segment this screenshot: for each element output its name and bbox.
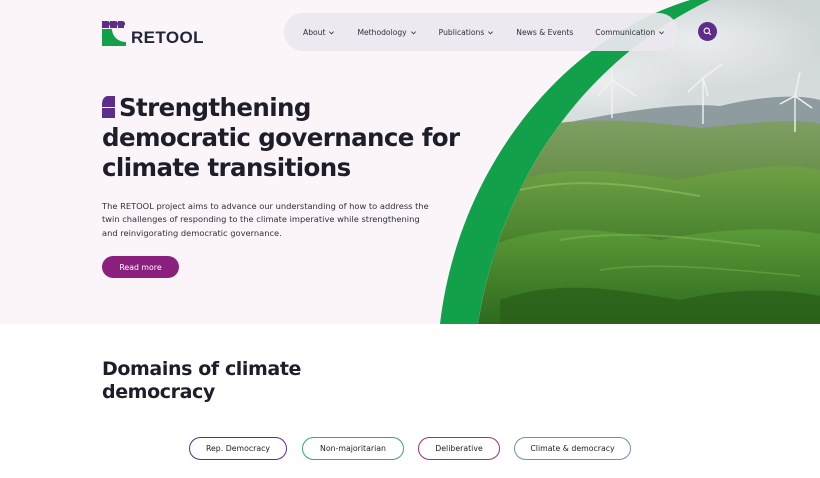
nav-item-label: Methodology bbox=[357, 27, 407, 37]
chevron-down-icon bbox=[659, 30, 665, 34]
chevron-down-icon bbox=[329, 30, 335, 34]
title-accent-icon bbox=[102, 96, 115, 118]
read-more-button[interactable]: Read more bbox=[102, 256, 179, 278]
hero-description: The RETOOL project aims to advance our u… bbox=[102, 201, 429, 238]
chevron-down-icon bbox=[488, 30, 494, 34]
nav-item-about[interactable]: About bbox=[303, 28, 335, 37]
hero-section: RETOOL About Methodology Publications Ne… bbox=[0, 0, 820, 324]
nav-item-label: Communication bbox=[595, 27, 656, 37]
nav-item-communication[interactable]: Communication bbox=[595, 28, 665, 37]
search-button[interactable] bbox=[698, 22, 717, 41]
nav-item-news-events[interactable]: News & Events bbox=[516, 28, 573, 37]
domain-pill-climate-democracy[interactable]: Climate & democracy bbox=[514, 437, 631, 460]
search-icon bbox=[703, 27, 712, 36]
nav-item-label: About bbox=[303, 27, 326, 37]
hero-title: Strengthening democratic governance for … bbox=[102, 93, 462, 183]
nav-item-label: Publications bbox=[438, 27, 485, 37]
domain-pill-deliberative[interactable]: Deliberative bbox=[418, 437, 500, 460]
nav-item-label: News & Events bbox=[516, 27, 574, 37]
chevron-down-icon bbox=[410, 30, 416, 34]
nav-item-publications[interactable]: Publications bbox=[439, 28, 495, 37]
nav-item-methodology[interactable]: Methodology bbox=[357, 28, 416, 37]
domain-pill-rep-democracy[interactable]: Rep. Democracy bbox=[189, 437, 287, 460]
domain-pill-non-majoritarian[interactable]: Non-majoritarian bbox=[302, 437, 404, 460]
main-nav: About Methodology Publications News & Ev… bbox=[284, 13, 678, 51]
retool-logo[interactable]: RETOOL bbox=[102, 19, 204, 48]
retool-logo-mark-icon bbox=[102, 21, 126, 46]
logo-wordmark: RETOOL bbox=[131, 28, 204, 47]
hero-title-text: Strengthening democratic governance for … bbox=[102, 93, 460, 182]
domains-section-title: Domains of climate democracy bbox=[102, 358, 302, 403]
